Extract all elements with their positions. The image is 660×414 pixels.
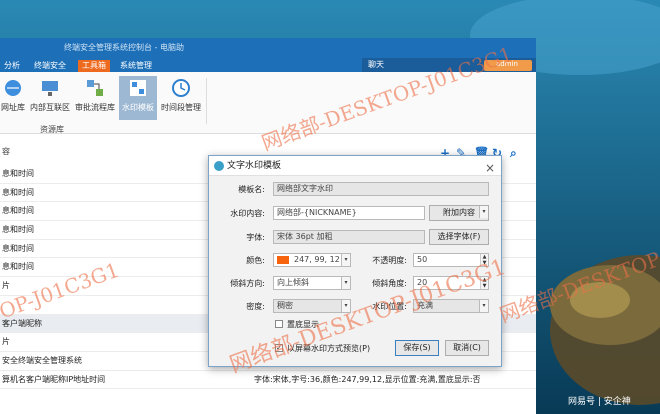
row-name: 息和时间 bbox=[2, 262, 34, 272]
watermark-content-field[interactable]: 网络部-{NICKNAME} bbox=[273, 206, 425, 220]
tilt-angle-label: 倾斜角度: bbox=[372, 279, 407, 288]
color-label: 颜色: bbox=[246, 256, 265, 265]
clock-icon bbox=[172, 79, 190, 97]
ribbon-divider bbox=[206, 78, 207, 124]
watermark-template-label: 水印模板 bbox=[122, 103, 154, 112]
dialog-title-bar: 文字水印模板 × bbox=[209, 156, 501, 176]
watermark-template-button[interactable]: 水印模板 bbox=[119, 76, 157, 120]
density-value: 稠密 bbox=[277, 301, 293, 310]
font-label: 字体: bbox=[246, 233, 265, 242]
menu-endpoint-security[interactable]: 终端安全 bbox=[30, 60, 70, 72]
url-library-label: 网址库 bbox=[1, 103, 25, 112]
row-name: 客户端昵称 bbox=[2, 318, 42, 328]
template-name-label: 模板名: bbox=[238, 185, 265, 194]
tilt-angle-value: 20 bbox=[417, 278, 428, 287]
chevron-down-icon: ▾ bbox=[341, 277, 350, 289]
tilt-angle-stepper[interactable]: 20 ▲ ▼ bbox=[413, 276, 489, 290]
approval-flow-label: 审批流程库 bbox=[75, 103, 115, 112]
preview-checkbox[interactable]: ✓ bbox=[275, 344, 283, 352]
ribbon: 网址库 内部互联区 审批流程库 水印模板 时间段管理 资源库 bbox=[0, 72, 536, 134]
user-badge[interactable]: admin bbox=[484, 60, 532, 71]
color-swatch bbox=[277, 256, 289, 264]
chevron-down-icon: ▾ bbox=[479, 206, 488, 218]
position-value: 充满 bbox=[417, 301, 433, 310]
cancel-button[interactable]: 取消(C) bbox=[445, 340, 489, 356]
row-name: 息和时间 bbox=[2, 225, 34, 235]
time-period-label: 时间段管理 bbox=[161, 103, 201, 112]
watermark-content-label: 水印内容: bbox=[230, 209, 265, 218]
table-row[interactable]: 算机名客户端昵称IP地址时间 字体:宋体,字号:36,颜色:247,99,12,显… bbox=[0, 371, 536, 390]
dialog-title: 文字水印模板 bbox=[227, 161, 282, 171]
chevron-down-icon: ▾ bbox=[341, 254, 350, 266]
opacity-value: 50 bbox=[417, 255, 428, 264]
density-select[interactable]: 稠密 ▾ bbox=[273, 299, 351, 313]
network-icon bbox=[42, 81, 58, 96]
window-title: 终端安全管理系统控制台 - 电脑助 bbox=[0, 38, 536, 58]
color-value: 247, 99, 12 bbox=[294, 255, 340, 264]
row-name: 息和时间 bbox=[2, 187, 34, 197]
row-name: 片 bbox=[2, 281, 10, 291]
font-field: 宋体 36pt 加粗 bbox=[273, 230, 425, 244]
tilt-direction-label: 倾斜方向: bbox=[230, 279, 265, 288]
row-name: 片 bbox=[2, 337, 10, 347]
search-icon[interactable]: ⌕ bbox=[510, 146, 517, 161]
watermark-icon bbox=[130, 80, 146, 96]
color-picker[interactable]: 247, 99, 12 ▾ bbox=[273, 253, 351, 267]
add-content-label: 附加内容 bbox=[443, 208, 475, 217]
ribbon-group-label: 资源库 bbox=[40, 125, 64, 134]
menu-toolbox[interactable]: 工具箱 bbox=[78, 60, 110, 72]
globe-icon bbox=[5, 80, 21, 96]
choose-font-button[interactable]: 选择字体(F) bbox=[429, 229, 489, 245]
intranet-zone-label: 内部互联区 bbox=[30, 103, 70, 112]
close-icon[interactable]: × bbox=[485, 158, 495, 178]
save-button[interactable]: 保存(S) bbox=[395, 340, 439, 356]
bottom-display-label: 置底显示 bbox=[287, 320, 319, 329]
menu-system-management[interactable]: 系统管理 bbox=[116, 60, 156, 72]
row-name: 息和时间 bbox=[2, 206, 34, 216]
tilt-direction-value: 向上倾斜 bbox=[277, 278, 309, 287]
tilt-direction-select[interactable]: 向上倾斜 ▾ bbox=[273, 276, 351, 290]
row-name: 息和时间 bbox=[2, 243, 34, 253]
brand-label: 网易号 | 安企神 bbox=[568, 397, 631, 407]
flow-icon bbox=[87, 80, 103, 96]
row-name: 安全终端安全管理系统 bbox=[2, 355, 82, 365]
preview-label: 以屏幕水印方式预览(P) bbox=[287, 344, 371, 353]
bottom-display-checkbox[interactable] bbox=[275, 320, 283, 328]
approval-flow-button[interactable]: 审批流程库 bbox=[72, 76, 118, 120]
chevron-down-icon: ▾ bbox=[341, 300, 350, 312]
spinner-icon[interactable]: ▲ ▼ bbox=[480, 254, 488, 266]
row-name: 算机名客户端昵称IP地址时间 bbox=[2, 374, 106, 384]
intranet-zone-button[interactable]: 内部互联区 bbox=[30, 76, 70, 120]
menu-analysis[interactable]: 分析 bbox=[0, 60, 24, 72]
position-select[interactable]: 充满 ▾ bbox=[413, 299, 489, 313]
position-label: 水印位置: bbox=[372, 302, 407, 311]
opacity-stepper[interactable]: 50 ▲ ▼ bbox=[413, 253, 489, 267]
template-name-field[interactable]: 网络部文字水印 bbox=[273, 182, 489, 196]
add-content-button[interactable]: 附加内容 ▾ bbox=[429, 205, 489, 221]
watermark-dialog: 文字水印模板 × 模板名: 网络部文字水印 水印内容: 网络部-{NICKNAM… bbox=[208, 155, 502, 367]
row-name: 息和时间 bbox=[2, 169, 34, 178]
density-label: 密度: bbox=[246, 302, 265, 311]
row-detail: 字体:宋体,字号:36,颜色:247,99,12,显示位置:充满,置底显示:否 bbox=[254, 374, 481, 384]
app-icon bbox=[214, 161, 224, 171]
spinner-icon[interactable]: ▲ ▼ bbox=[480, 277, 488, 289]
chevron-down-icon: ▾ bbox=[479, 300, 488, 312]
time-period-button[interactable]: 时间段管理 bbox=[158, 76, 204, 120]
opacity-label: 不透明度: bbox=[372, 256, 407, 265]
